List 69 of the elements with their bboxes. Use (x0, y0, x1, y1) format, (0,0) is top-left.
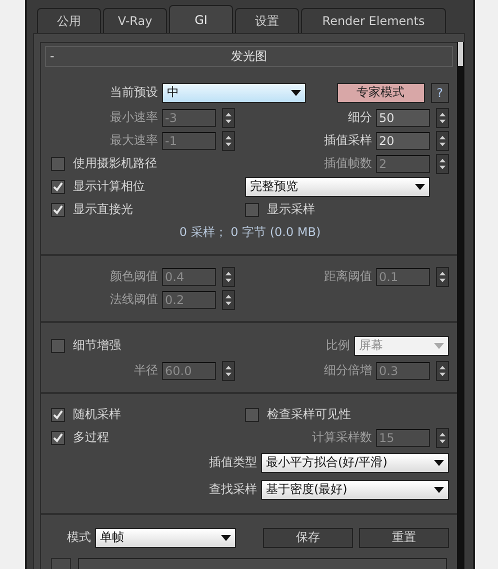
dropdown[interactable]: 中 (162, 82, 306, 102)
tab[interactable]: 设置 (235, 8, 299, 33)
field-label: 距离阈值 (324, 268, 372, 285)
dropdown-caret-icon (291, 90, 301, 96)
checkbox-label: 显示计算相位 (73, 178, 145, 195)
checkbox-label: 显示采样 (267, 201, 315, 218)
field-label: 插值帧数 (324, 155, 372, 172)
dropdown[interactable]: 最小平方拟合(好/平滑) (261, 452, 449, 472)
spinner-arrows[interactable] (222, 360, 235, 380)
checkbox[interactable] (245, 408, 259, 422)
checkbox[interactable] (51, 180, 65, 194)
spinner-arrows[interactable] (222, 130, 235, 150)
checkbox-label: 多过程 (73, 429, 109, 446)
checkbox[interactable] (51, 156, 65, 170)
dropdown-caret-icon (434, 342, 444, 348)
tab[interactable]: Render Elements (301, 8, 446, 33)
number-field[interactable]: 20 (376, 132, 430, 150)
checkbox[interactable] (51, 430, 65, 444)
button[interactable]: 专家模式 (336, 82, 425, 102)
field-label: 最大速率 (109, 132, 158, 149)
checkbox-label: 细节增强 (73, 337, 121, 354)
dropdown-label: 模式 (66, 529, 91, 546)
dropdown-caret-icon (415, 184, 425, 190)
dropdown-label: 比例 (326, 337, 350, 354)
spinner-arrows[interactable] (436, 428, 449, 448)
checkbox-label: 检查采样可见性 (267, 406, 351, 423)
spinner-arrows[interactable] (436, 266, 449, 286)
dropdown-label: 当前预设 (109, 84, 158, 101)
spinner-arrows[interactable] (222, 290, 235, 310)
dropdown-caret-icon (434, 486, 444, 492)
spinner-arrows[interactable] (222, 108, 235, 128)
checkbox[interactable] (51, 408, 65, 422)
field-label: 细分倍增 (324, 362, 372, 379)
field-label: 最小速率 (109, 109, 158, 126)
spinner-arrows[interactable] (436, 108, 449, 128)
dropdown[interactable]: 完整预览 (245, 176, 430, 196)
spinner-arrows[interactable] (436, 154, 449, 174)
checkbox-label: 显示直接光 (73, 201, 133, 218)
rollout-title: 发光图 (230, 48, 268, 65)
number-field[interactable]: 50 (376, 108, 430, 126)
field-label: 插值采样 (324, 132, 372, 149)
dropdown-caret-icon (221, 534, 231, 540)
spinner-arrows[interactable] (222, 266, 235, 286)
checkbox[interactable] (245, 202, 259, 216)
field-label: 颜色阈值 (109, 268, 158, 285)
spinner-arrows[interactable] (436, 360, 449, 380)
collapse-toggle[interactable]: - (50, 48, 60, 65)
tab[interactable]: V-Ray (103, 8, 167, 33)
help-button[interactable]: ? (430, 82, 449, 102)
dropdown-label: 插值类型 (209, 454, 257, 471)
button[interactable]: 保存 (263, 528, 353, 548)
rollout-header[interactable]: - 发光图 (45, 46, 453, 67)
dropdown[interactable]: 基于密度(最好) (261, 480, 449, 500)
field-label: 法线阈值 (109, 291, 158, 308)
checkbox-label: 使用摄影机路径 (73, 155, 157, 172)
spinner-arrows[interactable] (436, 130, 449, 150)
tab[interactable]: GI (169, 5, 233, 33)
button[interactable]: 重置 (359, 528, 449, 548)
dropdown[interactable]: 单帧 (95, 528, 236, 548)
dropdown-label: 查找采样 (209, 481, 257, 498)
field-label: 细分 (348, 109, 372, 126)
checkbox[interactable] (51, 202, 65, 216)
field-label: 半径 (133, 362, 158, 379)
dropdown-caret-icon (434, 460, 444, 466)
sample-stats: 0 采样； 0 字节 (0.0 MB) (178, 224, 322, 241)
field-label: 计算采样数 (312, 429, 372, 446)
checkbox-label: 随机采样 (73, 406, 121, 423)
checkbox[interactable] (51, 338, 65, 352)
tab[interactable]: 公用 (37, 8, 101, 33)
